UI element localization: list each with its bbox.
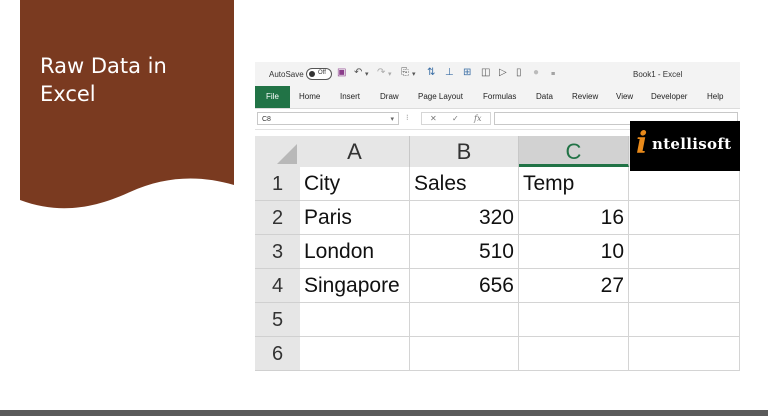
- format-painter-dropdown-icon[interactable]: ▾: [412, 69, 416, 81]
- formula-buttons: ✕ ✓ fx: [421, 112, 491, 125]
- autosave-state: Off: [318, 70, 326, 76]
- cell-c2[interactable]: 16: [519, 201, 629, 235]
- cell-c6[interactable]: [519, 337, 629, 371]
- logo-text: ntellisoft: [652, 135, 732, 153]
- tab-view[interactable]: View: [616, 92, 633, 101]
- excel-window: AutoSave Off ▣ ↶ ▾ ↷ ▾ ⎘ ▾ ⇅ ⊥ ⊞ ◫ ▷ ▯ ●…: [255, 62, 740, 371]
- format-painter-icon[interactable]: ⎘: [401, 67, 409, 79]
- cell-b2[interactable]: 320: [410, 201, 519, 235]
- cell-d5[interactable]: [629, 303, 740, 337]
- tab-data[interactable]: Data: [536, 92, 553, 101]
- tab-help[interactable]: Help: [707, 92, 723, 101]
- cell-d1[interactable]: [629, 167, 740, 201]
- print-preview-icon[interactable]: ▷: [499, 67, 507, 79]
- cell-a2[interactable]: Paris: [300, 201, 410, 235]
- undo-icon[interactable]: ↶: [354, 67, 362, 79]
- redo-dropdown-icon[interactable]: ▾: [388, 69, 392, 81]
- tab-formulas[interactable]: Formulas: [483, 92, 516, 101]
- tab-page-layout[interactable]: Page Layout: [418, 92, 463, 101]
- select-all-button[interactable]: [255, 136, 300, 167]
- intellisoft-logo: i ntellisoft: [630, 121, 740, 171]
- new-doc-icon[interactable]: ▯: [516, 67, 522, 79]
- name-box-value: C8: [262, 116, 271, 123]
- slide-title: Raw Data in Excel: [40, 52, 220, 108]
- save-icon[interactable]: ▣: [337, 67, 346, 79]
- cell-a4[interactable]: Singapore: [300, 269, 410, 303]
- row-header-1[interactable]: 1: [255, 167, 300, 201]
- cell-d3[interactable]: [629, 235, 740, 269]
- cancel-icon[interactable]: ✕: [430, 114, 437, 123]
- document-title: Book1 - Excel: [633, 70, 683, 79]
- undo-dropdown-icon[interactable]: ▾: [365, 69, 369, 81]
- redo-icon[interactable]: ↷: [377, 67, 385, 79]
- autosave-label: AutoSave: [269, 70, 304, 79]
- customize-icon[interactable]: ≡: [551, 69, 555, 81]
- tab-developer[interactable]: Developer: [651, 92, 687, 101]
- tab-review[interactable]: Review: [572, 92, 598, 101]
- cell-b4[interactable]: 656: [410, 269, 519, 303]
- slide-title-line2: Excel: [40, 82, 96, 106]
- cell-a6[interactable]: [300, 337, 410, 371]
- cell-c5[interactable]: [519, 303, 629, 337]
- row-header-3[interactable]: 3: [255, 235, 300, 269]
- filter-icon[interactable]: ⊥: [445, 67, 454, 79]
- row-header-4[interactable]: 4: [255, 269, 300, 303]
- cell-b3[interactable]: 510: [410, 235, 519, 269]
- slide-title-line1: Raw Data in: [40, 54, 167, 78]
- tab-insert[interactable]: Insert: [340, 92, 360, 101]
- record-icon[interactable]: ●: [533, 67, 539, 79]
- pivot-icon[interactable]: ⊞: [463, 67, 471, 79]
- tab-home[interactable]: Home: [299, 92, 320, 101]
- toggle-knob: [309, 71, 315, 77]
- autosave-toggle[interactable]: Off: [306, 68, 332, 80]
- tab-draw[interactable]: Draw: [380, 92, 399, 101]
- cell-a5[interactable]: [300, 303, 410, 337]
- column-header-a[interactable]: A: [300, 136, 410, 167]
- formula-bar-separator-icon: ⁝: [406, 113, 409, 122]
- row-header-2[interactable]: 2: [255, 201, 300, 235]
- name-box[interactable]: C8 ▾: [257, 112, 399, 125]
- column-header-c[interactable]: C: [519, 136, 629, 167]
- cell-b6[interactable]: [410, 337, 519, 371]
- logo-letter: i: [636, 126, 648, 161]
- column-header-b[interactable]: B: [410, 136, 519, 167]
- cell-b5[interactable]: [410, 303, 519, 337]
- sort-icon[interactable]: ⇅: [427, 67, 435, 79]
- row-header-6[interactable]: 6: [255, 337, 300, 371]
- title-card: Raw Data in Excel: [0, 0, 250, 240]
- camera-icon[interactable]: ◫: [481, 67, 490, 79]
- quick-access-toolbar: AutoSave Off ▣ ↶ ▾ ↷ ▾ ⎘ ▾ ⇅ ⊥ ⊞ ◫ ▷ ▯ ●…: [255, 62, 740, 86]
- cell-d4[interactable]: [629, 269, 740, 303]
- cell-c1[interactable]: Temp: [519, 167, 629, 201]
- name-box-dropdown-icon[interactable]: ▾: [390, 113, 394, 126]
- ribbon-tabs: File Home Insert Draw Page Layout Formul…: [255, 86, 740, 109]
- cell-d2[interactable]: [629, 201, 740, 235]
- insert-function-icon[interactable]: fx: [474, 114, 481, 123]
- row-header-5[interactable]: 5: [255, 303, 300, 337]
- tab-file[interactable]: File: [255, 86, 290, 108]
- cell-a3[interactable]: London: [300, 235, 410, 269]
- spreadsheet-grid: A B C 1 2 3 4 5 6 City Sales Temp Paris …: [255, 136, 740, 371]
- select-all-triangle-icon: [277, 144, 297, 164]
- title-card-shape: [20, 0, 234, 209]
- cell-d6[interactable]: [629, 337, 740, 371]
- cell-c3[interactable]: 10: [519, 235, 629, 269]
- bottom-bar: [0, 410, 768, 416]
- enter-icon[interactable]: ✓: [452, 114, 459, 123]
- cell-a1[interactable]: City: [300, 167, 410, 201]
- cell-c4[interactable]: 27: [519, 269, 629, 303]
- cell-b1[interactable]: Sales: [410, 167, 519, 201]
